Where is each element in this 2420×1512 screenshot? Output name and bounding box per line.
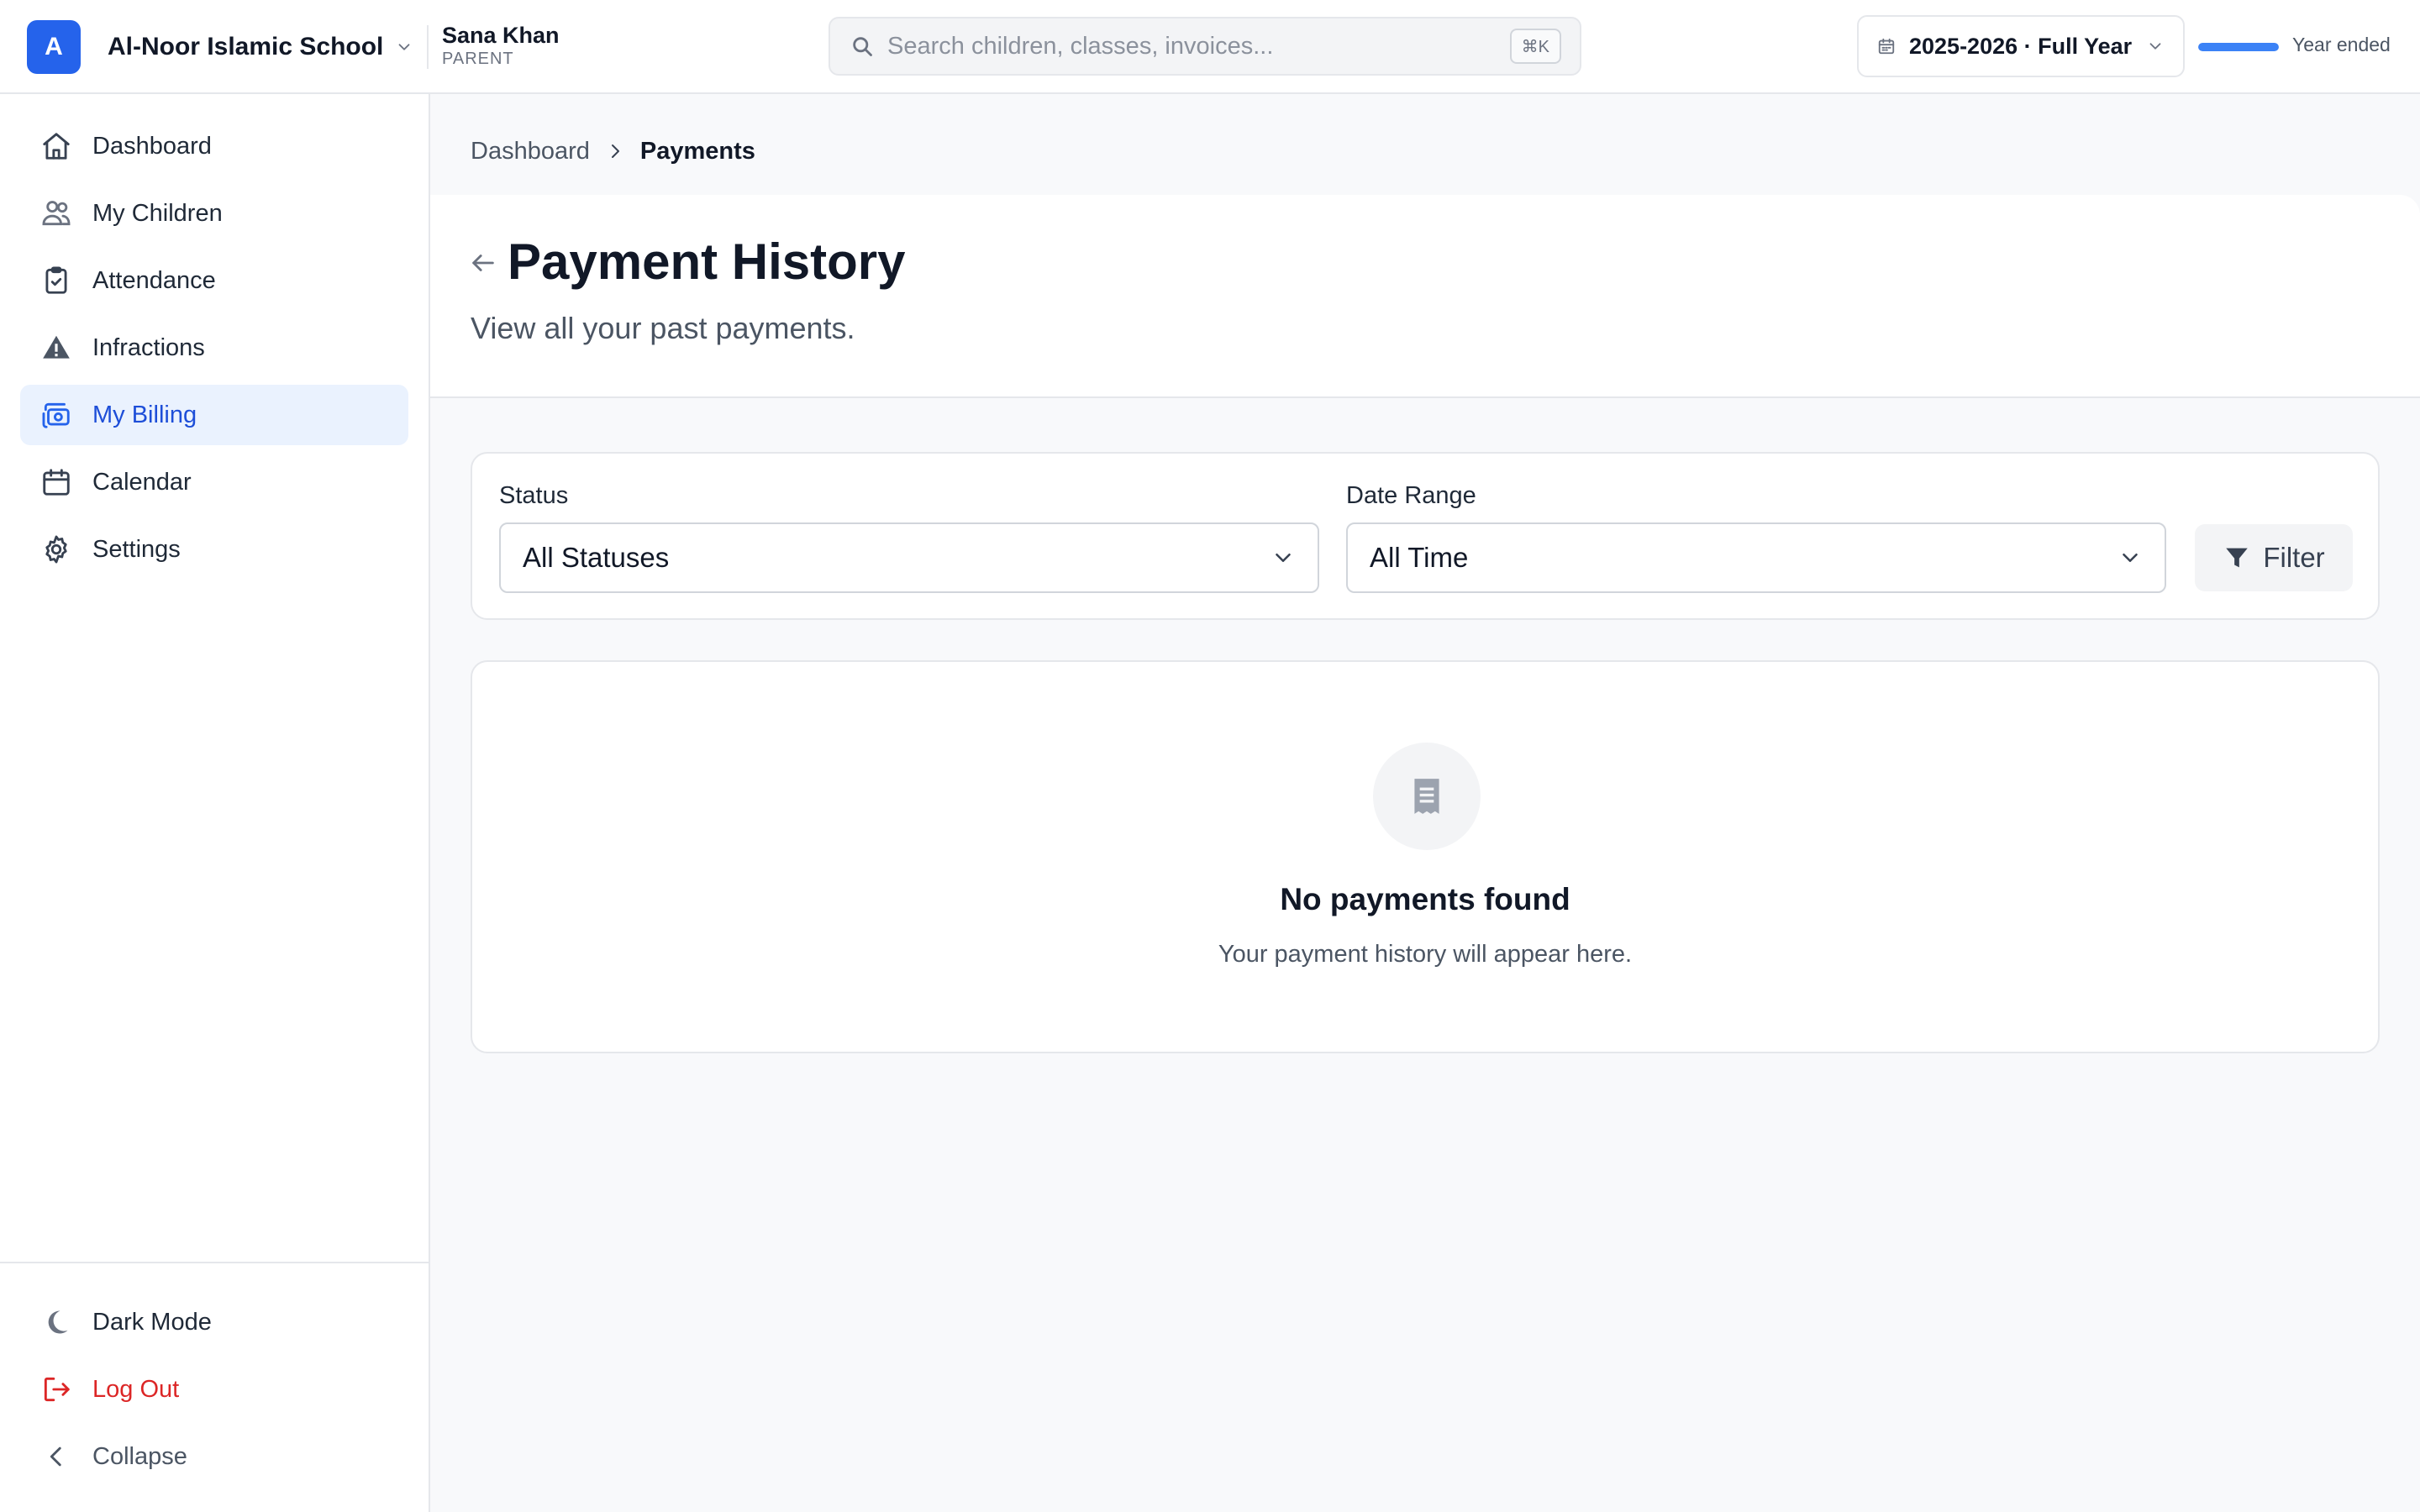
gear-icon bbox=[40, 533, 72, 565]
sidebar-item-attendance[interactable]: Attendance bbox=[20, 250, 408, 311]
empty-state-title: No payments found bbox=[1280, 882, 1570, 916]
school-logo: A bbox=[27, 20, 81, 74]
school-switcher[interactable]: Al-Noor Islamic School bbox=[108, 24, 413, 71]
year-status-text: Year ended bbox=[2292, 34, 2391, 55]
users-icon bbox=[40, 197, 72, 229]
status-select-value: All Statuses bbox=[523, 542, 670, 573]
breadcrumb-dashboard-link[interactable]: Dashboard bbox=[471, 138, 590, 165]
sidebar: Dashboard My Children Attendance Infract… bbox=[0, 94, 430, 1512]
chevron-right-icon bbox=[611, 144, 619, 158]
sidebar-item-dashboard[interactable]: Dashboard bbox=[20, 116, 408, 176]
status-select[interactable]: All Statuses bbox=[499, 522, 1319, 593]
header-divider bbox=[427, 25, 429, 69]
chevron-down-icon bbox=[2149, 43, 2161, 50]
sidebar-item-label: Calendar bbox=[92, 468, 192, 496]
sidebar-footer: Dark Mode Log Out Collapse bbox=[0, 1262, 429, 1494]
collapse-sidebar-button[interactable]: Collapse bbox=[20, 1426, 408, 1487]
sidebar-item-label: Dashboard bbox=[92, 132, 212, 160]
global-search[interactable]: ⌘K bbox=[829, 17, 1581, 76]
dark-mode-toggle[interactable]: Dark Mode bbox=[20, 1292, 408, 1352]
receipt-icon bbox=[1414, 779, 1439, 814]
year-progress-bar bbox=[2198, 43, 2279, 51]
sidebar-item-label: Settings bbox=[92, 535, 181, 563]
funnel-icon bbox=[2226, 548, 2249, 568]
empty-state-message: Your payment history will appear here. bbox=[1218, 941, 1633, 968]
clipboard-check-icon bbox=[40, 265, 72, 297]
sidebar-item-label: My Children bbox=[92, 199, 223, 227]
page-subtitle: View all your past payments. bbox=[471, 311, 855, 345]
back-arrow-icon[interactable] bbox=[469, 249, 497, 277]
collapse-label: Collapse bbox=[92, 1442, 187, 1470]
payments-empty-state: No payments found Your payment history w… bbox=[471, 660, 2380, 1053]
calendar-icon bbox=[1878, 38, 1895, 55]
sidebar-item-settings[interactable]: Settings bbox=[20, 519, 408, 580]
chevron-left-icon bbox=[40, 1441, 72, 1473]
billing-icon bbox=[40, 399, 72, 431]
year-progress-fill bbox=[2198, 43, 2279, 51]
academic-year-label: 2025-2026 · Full Year bbox=[1909, 33, 2133, 59]
page-header: Payment History View all your past payme… bbox=[430, 195, 2420, 398]
sidebar-item-calendar[interactable]: Calendar bbox=[20, 452, 408, 512]
calendar-icon bbox=[40, 466, 72, 498]
date-range-filter-label: Date Range bbox=[1346, 482, 1476, 509]
sidebar-item-my-billing[interactable]: My Billing bbox=[20, 385, 408, 445]
school-name: Al-Noor Islamic School bbox=[108, 33, 384, 60]
log-out-label: Log Out bbox=[92, 1375, 180, 1403]
filter-panel: Status All Statuses Date Range All Time … bbox=[471, 452, 2380, 620]
empty-state-icon-circle bbox=[1373, 743, 1481, 850]
academic-year-selector[interactable]: 2025-2026 · Full Year bbox=[1857, 15, 2185, 77]
search-input[interactable] bbox=[887, 32, 1510, 60]
search-shortcut-badge: ⌘K bbox=[1509, 29, 1561, 64]
sidebar-item-label: My Billing bbox=[92, 401, 197, 428]
log-out-button[interactable]: Log Out bbox=[20, 1359, 408, 1420]
sidebar-item-my-children[interactable]: My Children bbox=[20, 183, 408, 244]
status-filter-label: Status bbox=[499, 482, 569, 509]
moon-icon bbox=[40, 1306, 72, 1338]
user-name: Sana Khan bbox=[442, 23, 560, 48]
dark-mode-label: Dark Mode bbox=[92, 1308, 212, 1336]
filter-button[interactable]: Filter bbox=[2195, 524, 2353, 591]
chevron-down-icon bbox=[398, 44, 410, 50]
date-range-select-value: All Time bbox=[1370, 542, 1469, 573]
sidebar-item-label: Attendance bbox=[92, 266, 216, 294]
breadcrumb: Dashboard Payments bbox=[471, 134, 755, 168]
warning-icon bbox=[40, 332, 72, 364]
search-icon bbox=[853, 37, 872, 56]
sidebar-item-label: Infractions bbox=[92, 333, 205, 361]
chevron-down-icon bbox=[2123, 554, 2138, 562]
user-role: PARENT bbox=[442, 50, 514, 68]
date-range-select[interactable]: All Time bbox=[1346, 522, 2166, 593]
chevron-down-icon bbox=[1276, 554, 1291, 562]
page-title: Payment History bbox=[508, 234, 906, 290]
sidebar-item-infractions[interactable]: Infractions bbox=[20, 318, 408, 378]
home-icon bbox=[40, 130, 72, 162]
user-info: Sana Khan PARENT bbox=[442, 22, 560, 69]
top-bar: A Al-Noor Islamic School Sana Khan PAREN… bbox=[0, 0, 2420, 94]
sidebar-nav: Dashboard My Children Attendance Infract… bbox=[20, 116, 408, 586]
breadcrumb-current: Payments bbox=[639, 137, 755, 165]
filter-button-label: Filter bbox=[2263, 542, 2325, 573]
logout-icon bbox=[40, 1373, 72, 1405]
